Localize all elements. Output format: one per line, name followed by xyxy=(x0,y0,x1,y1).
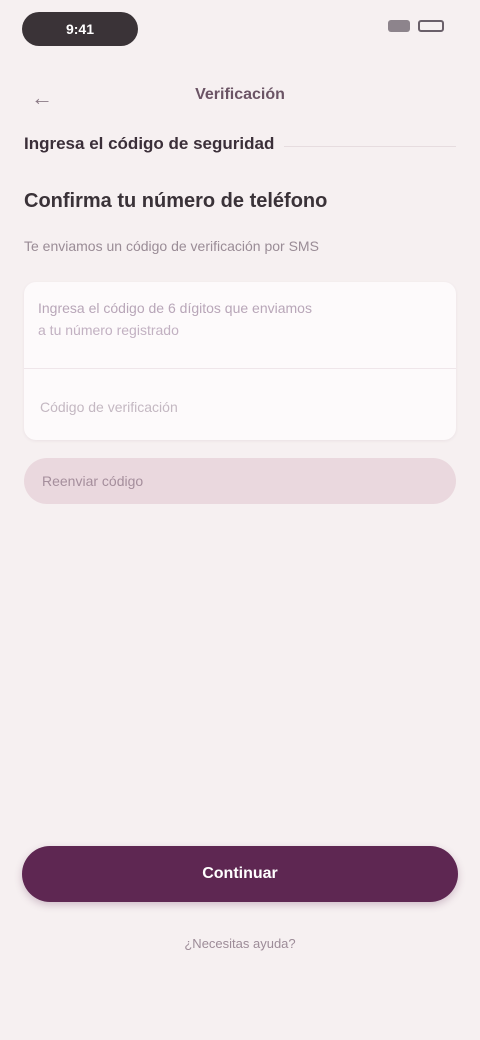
continue-button[interactable]: Continuar xyxy=(22,846,458,902)
status-icons xyxy=(388,20,444,32)
nav-header: ← Verificación xyxy=(0,70,480,126)
verification-card: Ingresa el código de 6 dígitos que envia… xyxy=(24,282,456,440)
back-button[interactable]: ← xyxy=(22,80,62,116)
content-subtitle: Te enviamos un código de verificación po… xyxy=(24,238,319,254)
resend-code-button[interactable]: Reenviar código xyxy=(24,458,456,504)
help-link[interactable]: ¿Necesitas ayuda? xyxy=(140,936,340,951)
signal-icon xyxy=(388,20,410,32)
status-bar: 9:41 xyxy=(0,0,480,60)
card-instruction: Ingresa el código de 6 dígitos que envia… xyxy=(38,300,312,316)
section-heading: Ingresa el código de seguridad xyxy=(24,134,456,154)
status-time: 9:41 xyxy=(22,12,138,46)
page-title: Verificación xyxy=(195,86,285,103)
battery-icon xyxy=(418,20,444,32)
divider xyxy=(24,368,456,369)
arrow-left-icon: ← xyxy=(31,85,53,110)
verification-code-input[interactable] xyxy=(38,386,446,428)
content-title: Confirma tu número de teléfono xyxy=(24,190,328,212)
card-instruction-2: a tu número registrado xyxy=(38,322,179,338)
